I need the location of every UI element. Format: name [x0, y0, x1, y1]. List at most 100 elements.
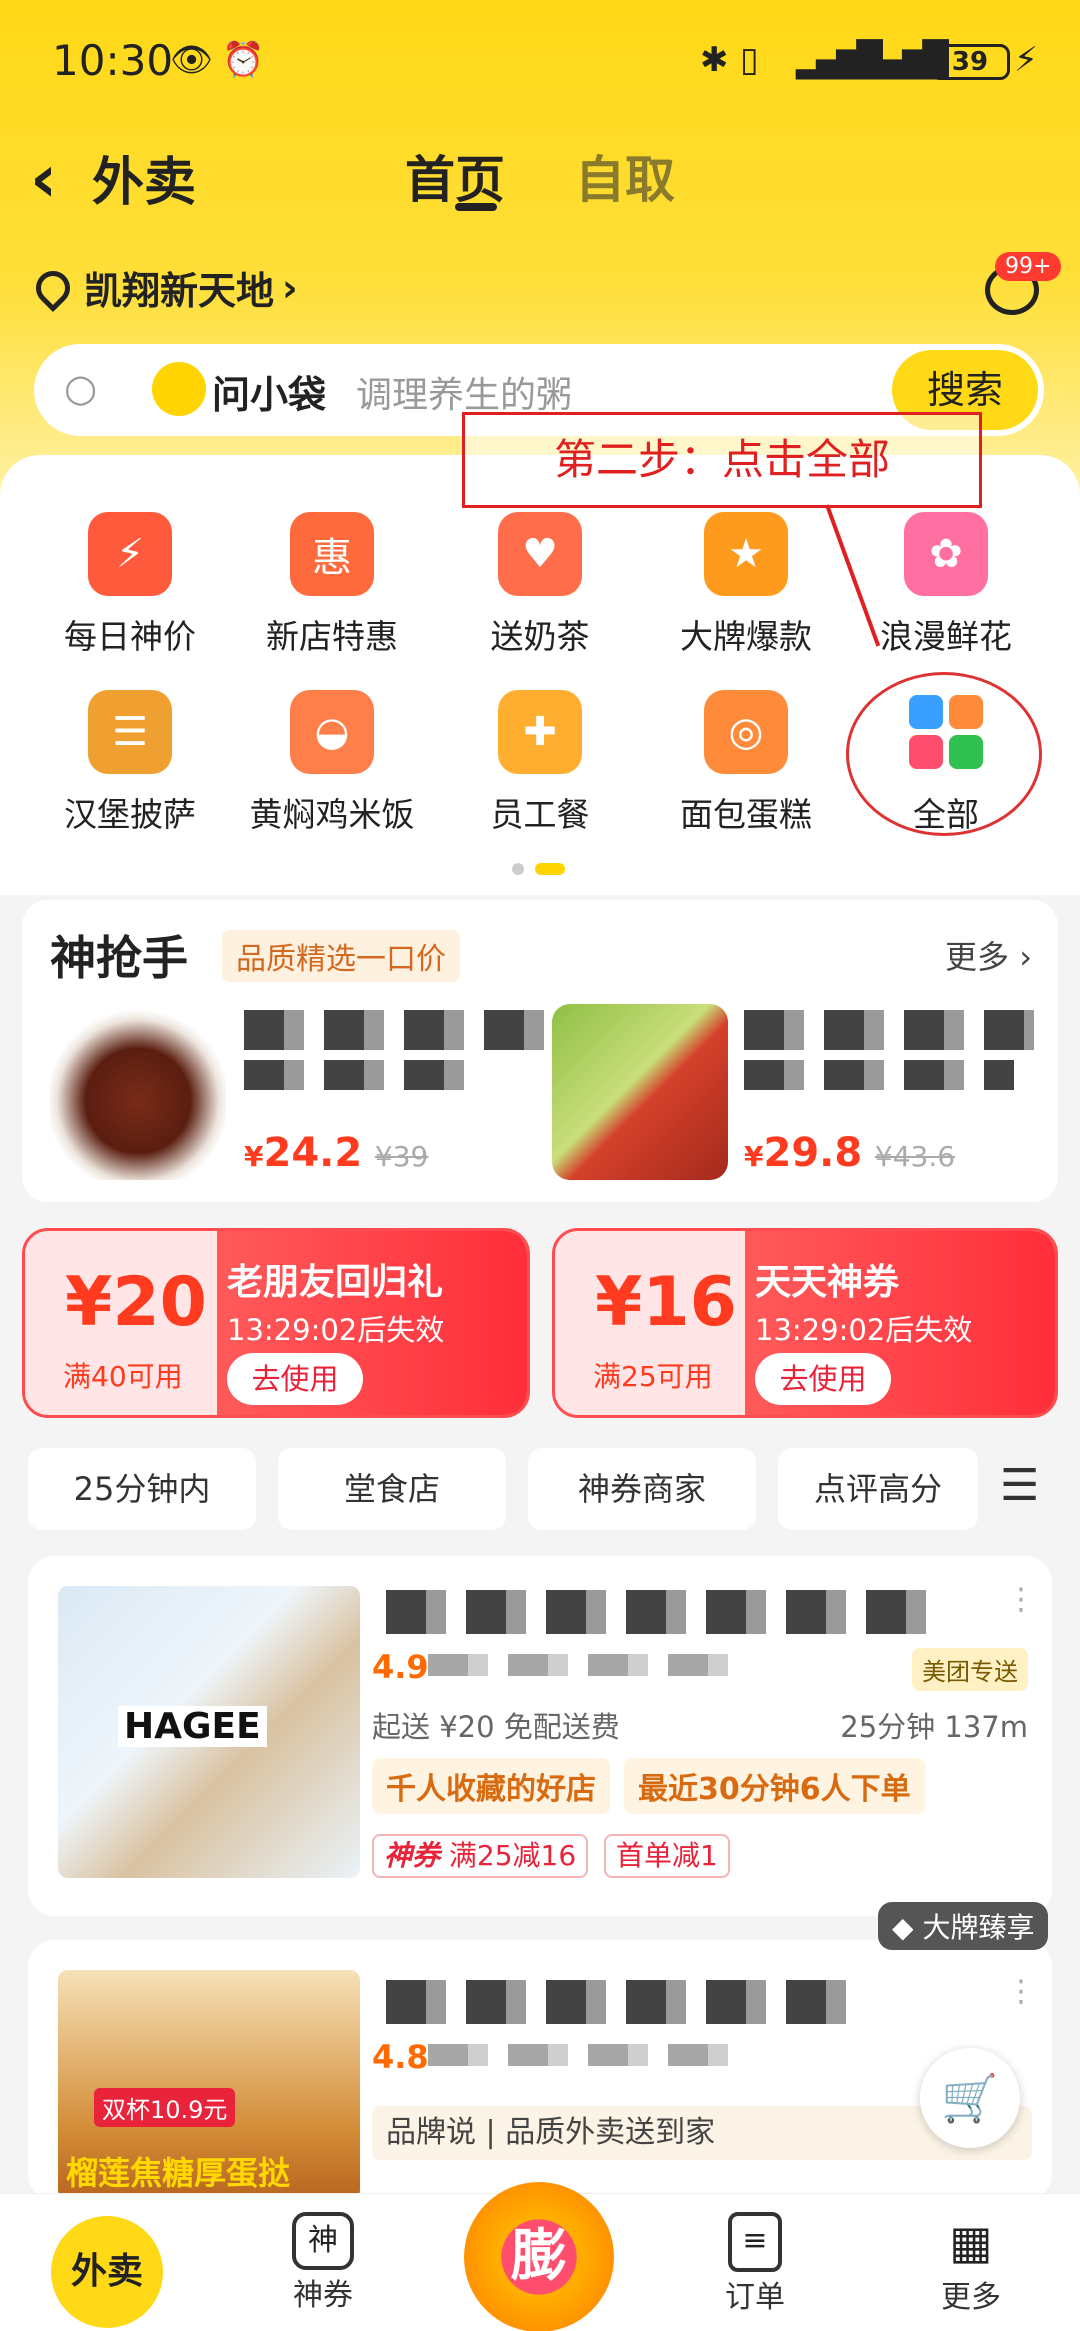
redacted-text — [744, 1060, 1014, 1090]
nav-orders[interactable]: ≡ 订单 — [680, 2212, 830, 2316]
min-order: 起送 ¥20 免配送费 — [372, 1710, 620, 1744]
alarm-icon: ⏰ — [222, 40, 265, 80]
highlight-tag: 千人收藏的好店 — [372, 1758, 610, 1814]
category-item[interactable]: ◎ 面包蛋糕 — [646, 690, 846, 836]
category-item[interactable]: ✿ 浪漫鲜花 — [846, 512, 1046, 658]
category-label: 每日神价 — [64, 617, 196, 656]
coupon-title: 老朋友回归礼 — [227, 1262, 444, 1303]
redacted-text — [428, 2044, 728, 2066]
filter-chip[interactable]: 神券商家 — [528, 1448, 756, 1530]
category-label: 员工餐 — [490, 795, 590, 834]
category-label: 黄焖鸡米饭 — [249, 795, 415, 834]
filter-chip[interactable]: 堂食店 — [278, 1448, 506, 1530]
coupon-amount: ¥16 — [595, 1263, 737, 1342]
nav-coupon-label: 神券 — [293, 2278, 353, 2313]
store-image: HAGEE — [58, 1586, 360, 1878]
menu-icon[interactable]: ☰ — [1000, 1460, 1039, 1511]
flash-sale-title: 神抢手 — [50, 931, 188, 985]
location-selector[interactable]: 凯翔新天地 › — [28, 260, 298, 315]
tab-home-underline — [455, 203, 497, 211]
nav-peng-label: 膨 — [464, 2182, 614, 2331]
store-logo-text: HAGEE — [118, 1706, 267, 1747]
category-label: 面包蛋糕 — [680, 795, 812, 834]
delivery-tag: 美团专送 — [912, 1648, 1028, 1691]
category-label: 汉堡披萨 — [64, 795, 196, 834]
chevron-right-icon: › — [282, 265, 298, 310]
product-price[interactable]: ¥29.8 ¥43.6 — [744, 1130, 955, 1176]
tab-home[interactable]: 首页 — [405, 140, 505, 212]
store-rating: 4.8 — [372, 2038, 429, 2076]
eye-icon: 👁 — [170, 40, 214, 80]
search-input[interactable]: 调理养生的粥 — [356, 366, 572, 418]
store-card[interactable]: HAGEE ⋮ 4.9 美团专送 起送 ¥20 免配送费 25分钟 137m 千… — [28, 1556, 1052, 1916]
donut-icon: ◎ — [704, 690, 788, 774]
star-icon: ★ — [704, 512, 788, 596]
category-label: 浪漫鲜花 — [880, 617, 1012, 656]
bottom-navigation: 外卖 神 神券 膨 ≡ 订单 ▦ 更多 — [0, 2182, 1080, 2331]
product-image[interactable] — [552, 1004, 728, 1180]
coupon-amount: ¥20 — [65, 1263, 207, 1342]
product-image[interactable] — [50, 1004, 226, 1180]
category-item[interactable]: ★ 大牌爆款 — [646, 512, 846, 658]
nav-waimai[interactable]: 外卖 — [32, 2216, 182, 2328]
store-image: 双杯10.9元 榴莲焦糖厚蛋挞 — [58, 1970, 360, 2200]
image-caption: 榴莲焦糖厚蛋挞 — [66, 2154, 291, 2192]
coupon-condition: 满40可用 — [63, 1360, 183, 1393]
page-dots — [512, 860, 566, 879]
nav-more[interactable]: ▦ 更多 — [896, 2212, 1046, 2316]
lightning-icon: ⚡ — [88, 512, 172, 596]
coupon-condition: 满25可用 — [593, 1360, 713, 1393]
highlight-tag: 最近30分钟6人下单 — [624, 1758, 925, 1814]
back-button[interactable]: ‹ — [30, 140, 57, 217]
cart-icon[interactable]: 🛒 — [920, 2048, 1020, 2148]
redacted-store-name — [386, 1980, 846, 2024]
diamond-icon: ◆ — [892, 1911, 923, 1944]
location-name: 凯翔新天地 — [84, 269, 275, 313]
nav-peng[interactable]: 膨 — [464, 2182, 614, 2331]
rose-icon: ✿ — [904, 512, 988, 596]
store-rating: 4.9 — [372, 1648, 429, 1686]
flash-more-link[interactable]: 更多 › — [945, 932, 1032, 978]
category-item[interactable]: ◒ 黄焖鸡米饭 — [232, 690, 432, 836]
product-price[interactable]: ¥24.2 ¥39 — [244, 1130, 428, 1176]
redacted-store-name — [386, 1590, 946, 1634]
flash-sale-tag: 品质精选一口价 — [222, 930, 460, 982]
category-item[interactable]: ♥ 送奶茶 — [440, 512, 640, 658]
promo-tag: 神券 满25减16 — [372, 1834, 589, 1878]
chicken-bowl-icon: ◒ — [290, 690, 374, 774]
coupon-card[interactable]: ¥20 满40可用 老朋友回归礼 13:29:02后失效 去使用 — [22, 1228, 530, 1418]
redacted-text — [428, 1654, 728, 1676]
hui-icon: 惠 — [290, 512, 374, 596]
use-coupon-button[interactable]: 去使用 — [227, 1353, 363, 1405]
coupon-expiry: 13:29:02后失效 — [227, 1313, 445, 1347]
category-item[interactable]: ☰ 汉堡披萨 — [30, 690, 230, 836]
category-item[interactable]: ✚ 员工餐 — [440, 690, 640, 836]
annotation-box: 第二步：点击全部 — [462, 412, 982, 508]
category-item[interactable]: ⚡ 每日神价 — [30, 512, 230, 658]
nav-orders-label: 订单 — [725, 2280, 785, 2315]
assistant-name: 问小袋 — [212, 373, 327, 417]
filter-chip[interactable]: 25分钟内 — [28, 1448, 256, 1530]
flash-sale-card: 神抢手 品质精选一口价 更多 › ¥24.2 ¥39 ¥29.8 ¥43.6 — [22, 900, 1058, 1202]
category-item[interactable]: 惠新店特惠 — [232, 512, 432, 658]
use-coupon-button[interactable]: 去使用 — [755, 1353, 891, 1405]
unread-badge: 99+ — [995, 252, 1062, 281]
gift-icon: ♥ — [498, 512, 582, 596]
filter-chip[interactable]: 点评高分 — [778, 1448, 978, 1530]
battery-indicator: 39 — [930, 44, 1010, 80]
burger-icon: ☰ — [88, 690, 172, 774]
nav-more-label: 更多 — [941, 2280, 1001, 2315]
redacted-text — [244, 1060, 484, 1090]
tab-pickup[interactable]: 自取 — [575, 140, 675, 212]
coupon-expiry: 13:29:02后失效 — [755, 1313, 973, 1347]
more-options-icon[interactable]: ⋮ — [1006, 1582, 1036, 1617]
store-card[interactable]: 双杯10.9元 榴莲焦糖厚蛋挞 ◆ 大牌臻享 ⋮ 4.8 品牌说 | 品质外卖送… — [28, 1902, 1052, 2200]
redacted-text — [744, 1010, 1034, 1050]
first-order-tag: 首单减1 — [604, 1834, 730, 1878]
status-time: 10:30 — [52, 36, 174, 85]
nav-coupon[interactable]: 神 神券 — [248, 2212, 398, 2314]
more-options-icon[interactable]: ⋮ — [1006, 1974, 1036, 2009]
search-icon: ○ — [64, 366, 98, 410]
coupon-card[interactable]: ¥16 满25可用 天天神券 13:29:02后失效 去使用 — [552, 1228, 1058, 1418]
page-title: 外卖 — [92, 153, 197, 213]
